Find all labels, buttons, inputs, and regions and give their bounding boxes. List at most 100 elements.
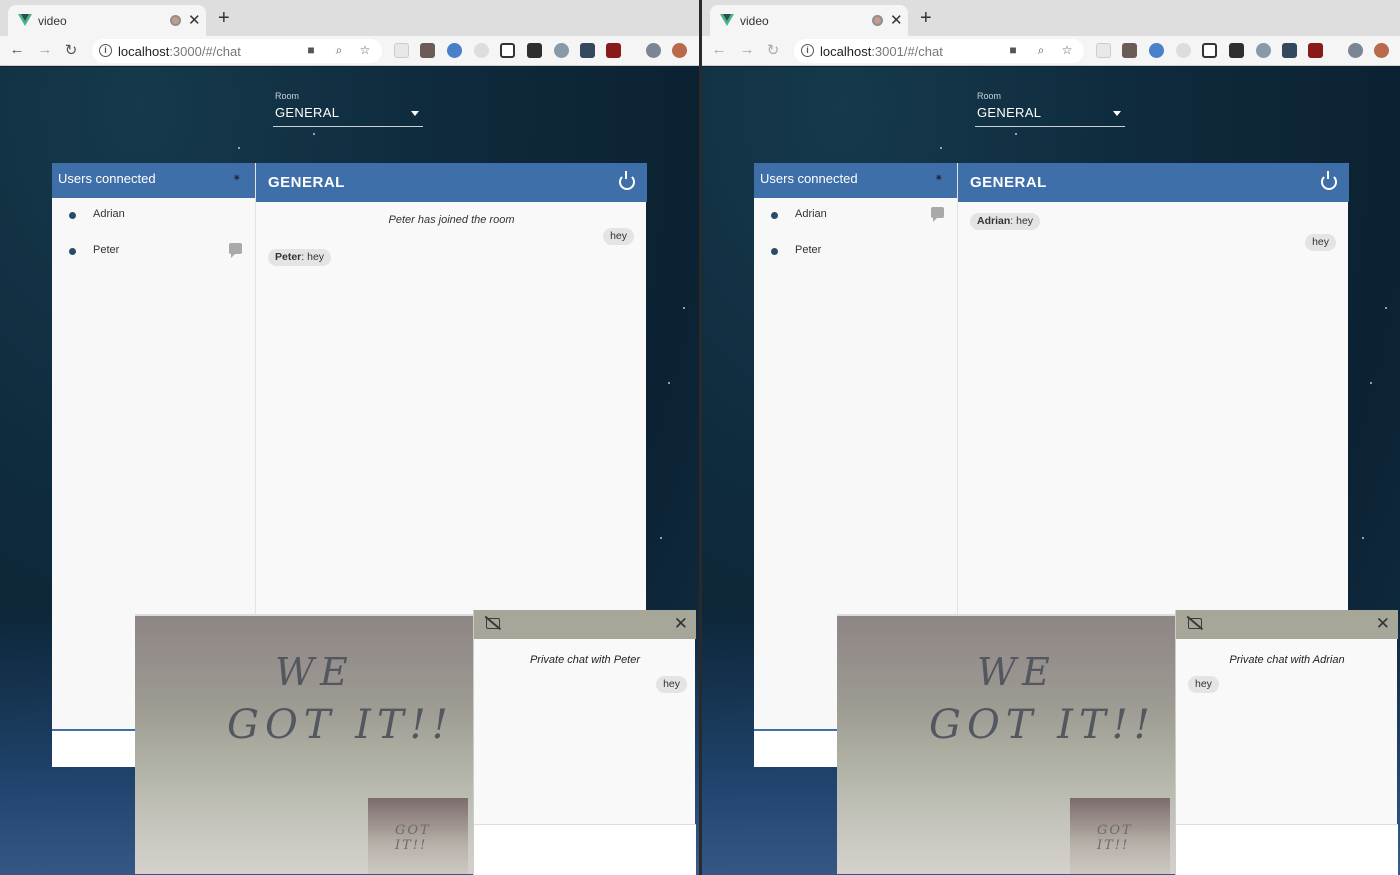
video-off-icon[interactable] bbox=[486, 618, 500, 629]
user-item-peter[interactable]: Peter bbox=[754, 237, 957, 267]
private-chat-title: Private chat with Adrian bbox=[1229, 654, 1345, 666]
chat-bubble-icon[interactable] bbox=[931, 207, 944, 222]
room-select[interactable]: Room GENERAL bbox=[975, 91, 1125, 127]
extension-icon[interactable] bbox=[394, 43, 409, 58]
private-message-input[interactable] bbox=[1176, 824, 1398, 875]
info-icon[interactable]: i bbox=[801, 44, 814, 57]
users-header-title: Users connected bbox=[760, 171, 858, 186]
power-icon[interactable] bbox=[1321, 171, 1337, 190]
private-chat-title: Private chat with Peter bbox=[529, 654, 641, 666]
user-name: Adrian bbox=[93, 208, 125, 220]
video-off-icon[interactable] bbox=[1188, 618, 1202, 629]
extension-icon[interactable] bbox=[527, 43, 542, 58]
extension-icon[interactable] bbox=[1229, 43, 1244, 58]
vue-logo-icon bbox=[18, 14, 32, 26]
browser-tab[interactable]: video ✕ bbox=[710, 5, 908, 36]
message-bubble: hey bbox=[1305, 234, 1336, 251]
star-icon[interactable]: ☆ bbox=[1060, 43, 1074, 57]
user-name: Adrian bbox=[795, 208, 827, 220]
camera-icon[interactable]: ■ bbox=[1006, 43, 1020, 57]
dropdown-arrow-icon[interactable] bbox=[1113, 111, 1121, 116]
self-video-preview: GOT IT!! bbox=[368, 798, 468, 874]
forward-icon[interactable]: → bbox=[738, 41, 756, 58]
close-icon[interactable]: ✕ bbox=[890, 11, 903, 29]
private-message-input[interactable] bbox=[474, 824, 696, 875]
private-chat-panel: ✕ Private chat with Peter hey bbox=[473, 610, 696, 875]
video-text: GOT IT!! bbox=[227, 702, 454, 748]
settings-icon[interactable] bbox=[672, 43, 687, 58]
plus-icon[interactable]: + bbox=[218, 8, 230, 28]
extension-icon[interactable] bbox=[500, 43, 515, 58]
address-bar[interactable]: i localhost:3001/#/chat ■ ⌕ ☆ bbox=[794, 39, 1084, 63]
user-name: Peter bbox=[795, 244, 822, 256]
vue-logo-icon bbox=[720, 14, 734, 26]
extension-icon[interactable] bbox=[1308, 43, 1323, 58]
extension-icon[interactable] bbox=[1202, 43, 1217, 58]
close-icon[interactable]: ✕ bbox=[674, 614, 688, 634]
camera-icon[interactable]: ■ bbox=[304, 43, 318, 57]
online-dot-icon bbox=[69, 248, 76, 255]
dropdown-arrow-icon[interactable] bbox=[411, 111, 419, 116]
extension-icon[interactable] bbox=[1176, 43, 1191, 58]
address-bar[interactable]: i localhost:3000/#/chat ■ ⌕ ☆ bbox=[92, 39, 382, 63]
user-item-adrian[interactable]: Adrian bbox=[52, 201, 255, 231]
forward-icon[interactable]: → bbox=[36, 41, 54, 58]
back-icon[interactable]: ← bbox=[8, 41, 26, 58]
reload-icon[interactable]: ↻ bbox=[62, 41, 80, 59]
user-item-adrian[interactable]: Adrian bbox=[754, 201, 957, 231]
avatar[interactable] bbox=[646, 43, 661, 58]
video-text: WE bbox=[275, 650, 354, 694]
extension-icon[interactable] bbox=[580, 43, 595, 58]
message-bubble: hey bbox=[603, 228, 634, 245]
star-icon[interactable]: ☆ bbox=[358, 43, 372, 57]
record-icon bbox=[872, 15, 883, 26]
online-dot-icon bbox=[771, 212, 778, 219]
tab-strip: video ✕ + bbox=[0, 0, 699, 36]
chat-header: GENERAL bbox=[958, 163, 1349, 202]
private-chat-panel: ✕ Private chat with Adrian hey bbox=[1175, 610, 1398, 875]
extension-icon[interactable] bbox=[554, 43, 569, 58]
power-icon[interactable] bbox=[619, 171, 635, 190]
extension-icon[interactable] bbox=[606, 43, 621, 58]
extension-icon[interactable] bbox=[1122, 43, 1137, 58]
extension-icon[interactable] bbox=[1256, 43, 1271, 58]
message-bubble: hey bbox=[1188, 676, 1219, 693]
back-icon[interactable]: ← bbox=[710, 41, 728, 58]
avatar[interactable] bbox=[1348, 43, 1363, 58]
tab-title: video bbox=[740, 14, 769, 28]
room-label: Room bbox=[977, 91, 1002, 101]
browser-tab[interactable]: video ✕ bbox=[8, 5, 206, 36]
plus-icon[interactable]: + bbox=[920, 8, 932, 28]
extension-icon[interactable] bbox=[474, 43, 489, 58]
url-text: localhost:3001/#/chat bbox=[820, 44, 943, 59]
browser-toolbar: ← → ↻ i localhost:3001/#/chat ■ ⌕ ☆ bbox=[702, 36, 1400, 66]
video-text: GOT IT!! bbox=[929, 702, 1156, 748]
private-chat-header: ✕ bbox=[1176, 610, 1398, 639]
user-item-peter[interactable]: Peter bbox=[52, 237, 255, 267]
zoom-icon[interactable]: ⌕ bbox=[1034, 43, 1048, 57]
tab-title: video bbox=[38, 14, 67, 28]
info-icon[interactable]: i bbox=[99, 44, 112, 57]
settings-icon[interactable]: ✷ bbox=[935, 173, 943, 184]
message-bubble: Adrian: hey bbox=[970, 213, 1041, 230]
zoom-icon[interactable]: ⌕ bbox=[332, 43, 346, 57]
room-label: Room bbox=[275, 91, 300, 101]
extension-icon[interactable] bbox=[1282, 43, 1297, 58]
reload-icon[interactable]: ↻ bbox=[764, 41, 782, 59]
extension-icon[interactable] bbox=[420, 43, 435, 58]
video-text: GOT IT!! bbox=[395, 823, 431, 853]
settings-icon[interactable] bbox=[1374, 43, 1389, 58]
close-icon[interactable]: ✕ bbox=[1376, 614, 1390, 634]
settings-icon[interactable]: ✷ bbox=[233, 173, 241, 184]
extension-icon[interactable] bbox=[447, 43, 462, 58]
extension-icon[interactable] bbox=[1096, 43, 1111, 58]
chat-bubble-icon[interactable] bbox=[229, 243, 242, 258]
chat-header: GENERAL bbox=[256, 163, 647, 202]
extension-icon[interactable] bbox=[1149, 43, 1164, 58]
tab-strip: video ✕ + bbox=[702, 0, 1400, 36]
chat-title: GENERAL bbox=[970, 174, 1047, 191]
close-icon[interactable]: ✕ bbox=[188, 11, 201, 29]
message-bubble: Peter: hey bbox=[268, 249, 332, 266]
room-select[interactable]: Room GENERAL bbox=[273, 91, 423, 127]
online-dot-icon bbox=[771, 248, 778, 255]
